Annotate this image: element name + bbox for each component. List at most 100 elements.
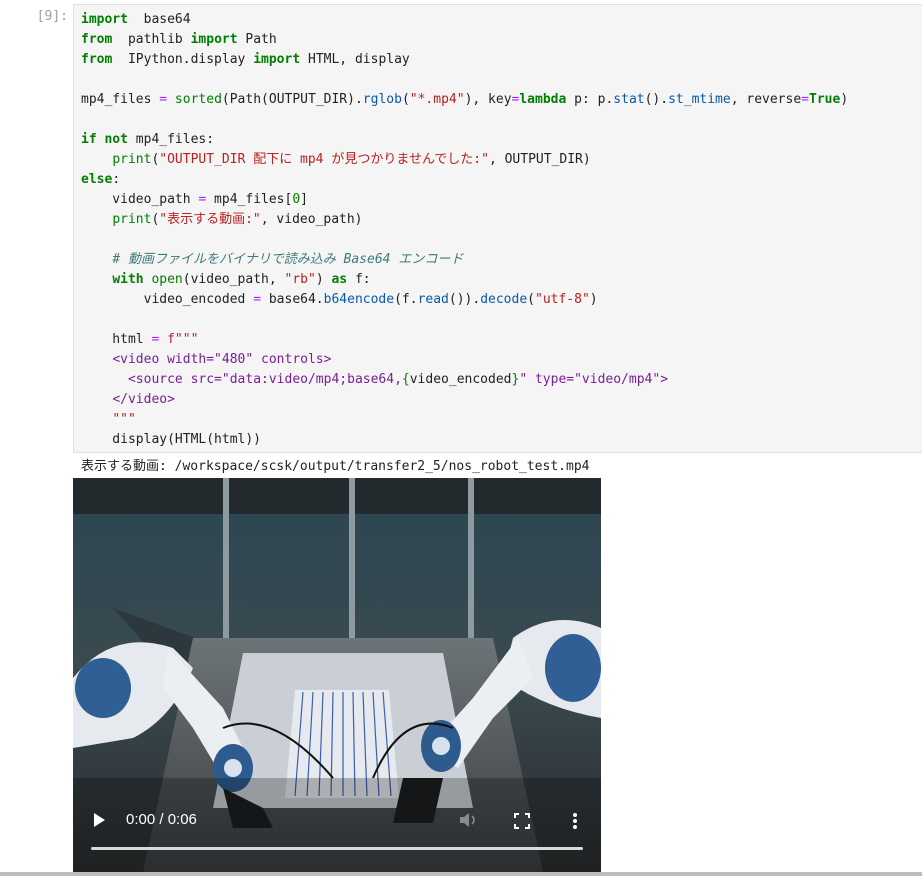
code-token: , OUTPUT_DIR) — [488, 152, 591, 167]
code-token: from — [81, 52, 113, 67]
video-time: 0:00 / 0:06 — [126, 811, 197, 828]
code-token: ( — [527, 292, 535, 307]
code-line: with open(video_path, "rb") as f: — [81, 270, 848, 290]
code-token: True — [809, 92, 841, 107]
code-token: f""" — [167, 332, 199, 347]
code-token: not — [104, 132, 128, 147]
play-icon[interactable] — [94, 813, 105, 827]
volume-icon[interactable] — [458, 811, 480, 829]
code-token: = — [253, 292, 262, 307]
code-line: from pathlib import Path — [81, 30, 848, 50]
code-token: : — [112, 172, 121, 187]
code-token: mp4_files: — [127, 132, 215, 147]
code-token: <video width="480" controls> — [112, 352, 332, 367]
code-cell[interactable]: import base64 from pathlib import Path fro… — [73, 4, 922, 453]
code-token: IPython.display — [112, 52, 254, 67]
code-token: base64. — [261, 292, 324, 307]
video-progress-track[interactable] — [91, 847, 583, 850]
fullscreen-icon[interactable] — [514, 813, 530, 829]
code-token: (Path(OUTPUT_DIR). — [221, 92, 363, 107]
code-token: p: p. — [566, 92, 614, 107]
code-line: <video width="480" controls> — [81, 350, 848, 370]
code-token: open — [151, 272, 183, 287]
code-line: video_path = mp4_files[0] — [81, 190, 848, 210]
code-token: stat — [613, 92, 645, 107]
code-token: (). — [644, 92, 669, 107]
code-line: else: — [81, 170, 848, 190]
code-token: read — [417, 292, 449, 307]
code-token: = — [159, 92, 168, 107]
code-line: </video> — [81, 390, 848, 410]
code-token: from — [81, 32, 113, 47]
code-line: import base64 — [81, 10, 848, 30]
code-token: ) — [315, 272, 332, 287]
code-token: 0 — [292, 192, 301, 207]
more-options-icon[interactable] — [571, 812, 579, 830]
code-token: f: — [347, 272, 371, 287]
code-token: " type="video/mp4"> — [519, 372, 669, 387]
code-token: HTML, display — [300, 52, 410, 67]
code-token: ), key — [464, 92, 512, 107]
code-token: print — [112, 152, 152, 167]
code-token: = — [801, 92, 809, 107]
code-token: rglob — [362, 92, 402, 107]
code-token: "*.mp4" — [409, 92, 465, 107]
code-token: , video_path) — [260, 212, 363, 227]
code-line: display(HTML(html)) — [81, 430, 848, 450]
code-token: video_path — [81, 192, 199, 207]
code-line: <source src="data:video/mp4;base64,{vide… — [81, 370, 848, 390]
code-token: if — [81, 132, 97, 147]
code-token: st_mtime — [668, 92, 731, 107]
code-token: print — [112, 212, 152, 227]
code-token: """ — [112, 412, 136, 427]
code-token: mp4_files[ — [206, 192, 293, 207]
code-line: mp4_files = sorted(Path(OUTPUT_DIR).rglo… — [81, 90, 848, 110]
code-token: as — [331, 272, 348, 287]
code-token: <source src="data:video/mp4;base64, — [127, 372, 402, 387]
code-token: Path — [237, 32, 277, 47]
code-token: (video_path, — [182, 272, 285, 287]
code-token: decode — [480, 292, 528, 307]
code-token: "表示する動画:" — [159, 212, 261, 227]
code-token: import — [190, 32, 238, 47]
code-line: """ — [81, 410, 848, 430]
code-token: lambda — [519, 92, 567, 107]
code-token: "utf-8" — [535, 292, 590, 307]
code-token: ) — [840, 92, 849, 107]
code-token: import — [253, 52, 301, 67]
code-token: { — [401, 372, 410, 387]
code-token: "OUTPUT_DIR 配下に mp4 が見つかりませんでした:" — [159, 152, 489, 167]
code-line: html = f""" — [81, 330, 848, 350]
code-line: print("表示する動画:", video_path) — [81, 210, 848, 230]
cell-prompt: [9]: — [36, 9, 68, 24]
code-token: # 動画ファイルをバイナリで読み込み Base64 エンコード — [112, 252, 464, 267]
code-line: # 動画ファイルをバイナリで読み込み Base64 エンコード — [81, 250, 848, 270]
code-token: , reverse — [730, 92, 802, 107]
code-token: ()). — [448, 292, 481, 307]
code-line: if not mp4_files: — [81, 130, 848, 150]
code-token: mp4_files — [81, 92, 160, 107]
code-token: base64 — [127, 12, 191, 27]
code-line: video_encoded = base64.b64encode(f.read(… — [81, 290, 848, 310]
code-token: import — [81, 12, 128, 27]
code-token: with — [112, 272, 144, 287]
code-token: video_encoded — [81, 292, 254, 307]
code-token: b64encode — [323, 292, 395, 307]
code-token: video_encoded — [409, 372, 512, 387]
code-editor[interactable]: import base64 from pathlib import Path fro… — [81, 10, 848, 450]
code-line: from IPython.display import HTML, displa… — [81, 50, 848, 70]
code-token: sorted — [167, 92, 222, 107]
code-token: html — [81, 332, 152, 347]
